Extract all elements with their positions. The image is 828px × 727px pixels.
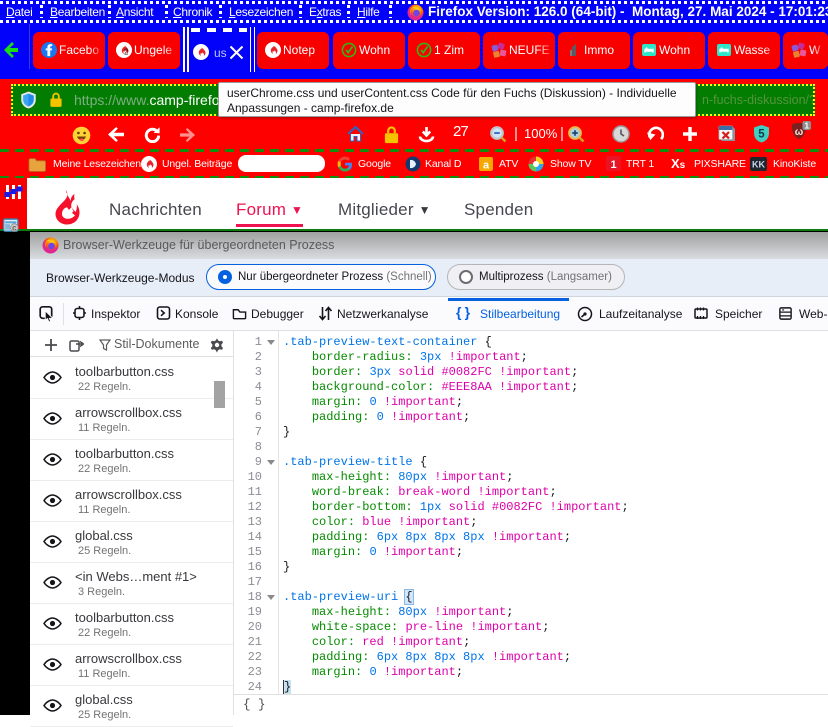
svg-text:1: 1 (610, 159, 616, 171)
svg-text:c: c (12, 223, 17, 232)
svg-text:5: 5 (758, 129, 765, 141)
svg-text:1: 1 (804, 121, 809, 130)
svg-text:a: a (483, 160, 490, 172)
svg-text:ω: ω (795, 127, 804, 138)
svg-text:2: 2 (124, 48, 129, 57)
svg-text:Xs: Xs (671, 156, 686, 171)
svg-text:KK: KK (752, 160, 765, 170)
